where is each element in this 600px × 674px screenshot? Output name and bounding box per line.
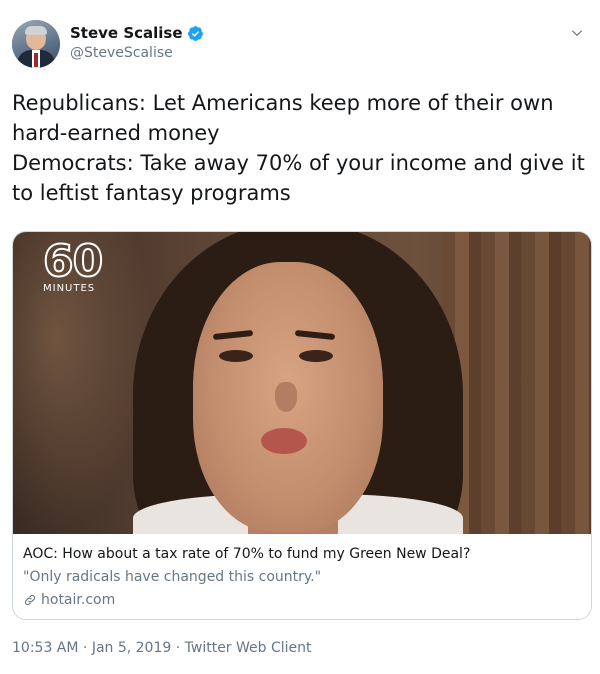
tweet-header: Steve Scalise @SteveScalise <box>12 16 588 72</box>
author-info: Steve Scalise @SteveScalise <box>70 24 204 61</box>
tweet-meta: 10:53 AM · Jan 5, 2019 · Twitter Web Cli… <box>12 640 312 656</box>
card-title[interactable]: AOC: How about a tax rate of 70% to fund… <box>23 546 470 562</box>
tweet-line: hard-earned money <box>12 121 220 145</box>
tweet-source[interactable]: Twitter Web Client <box>185 640 312 656</box>
tweet-line: to leftist fantasy programs <box>12 181 291 205</box>
meta-separator: · <box>171 640 185 656</box>
verified-badge-icon <box>187 25 203 41</box>
logo-word: MINUTES <box>43 283 96 294</box>
display-name[interactable]: Steve Scalise <box>70 24 183 42</box>
meta-separator: · <box>78 640 92 656</box>
card-body[interactable]: AOC: How about a tax rate of 70% to fund… <box>13 534 591 619</box>
chevron-down-icon[interactable] <box>570 26 584 40</box>
tweet-date[interactable]: Jan 5, 2019 <box>92 640 171 656</box>
link-card[interactable]: 60 MINUTES AOC: How about a tax rate of … <box>12 231 592 620</box>
tweet-line: Democrats: Take away 70% of your income … <box>12 151 585 175</box>
avatar[interactable] <box>12 20 60 68</box>
logo-number: 60 <box>42 236 104 287</box>
tweet-time[interactable]: 10:53 AM <box>12 640 78 656</box>
card-domain[interactable]: hotair.com <box>23 592 115 608</box>
handle[interactable]: @SteveScalise <box>70 45 204 61</box>
card-image[interactable]: 60 MINUTES <box>13 232 591 534</box>
card-domain-text[interactable]: hotair.com <box>41 592 115 608</box>
card-description: "Only radicals have changed this country… <box>23 569 322 585</box>
sixty-minutes-logo: 60 MINUTES <box>42 236 121 295</box>
link-icon <box>24 594 36 606</box>
tweet-text: Republicans: Let Americans keep more of … <box>12 88 585 208</box>
tweet-line: Republicans: Let Americans keep more of … <box>12 91 554 115</box>
